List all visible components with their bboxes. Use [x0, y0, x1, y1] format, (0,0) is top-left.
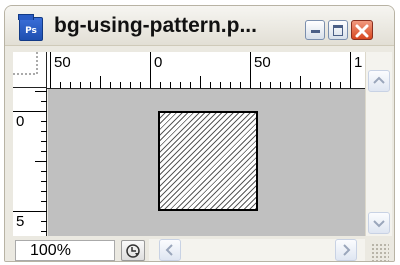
status-bar: 100% [5, 237, 394, 261]
ruler-origin-corner[interactable] [13, 52, 47, 88]
photoshop-doc-icon[interactable]: Ps [18, 14, 43, 41]
h-ruler-label: 50 [54, 54, 71, 71]
close-button[interactable] [351, 20, 373, 40]
horizontal-ruler[interactable]: 50 0 50 1 [47, 52, 365, 89]
scroll-up-button[interactable] [368, 70, 390, 92]
maximize-button[interactable] [328, 20, 348, 40]
h-ruler-label: 50 [254, 54, 271, 71]
chevron-right-icon [343, 244, 351, 256]
close-icon [355, 24, 369, 38]
h-ruler-label: 1 [354, 54, 362, 71]
resize-grip-icon[interactable] [371, 243, 389, 261]
status-arrow-icon [126, 244, 140, 258]
vertical-ruler-ticks: 0 5 [13, 91, 47, 232]
window-title: bg-using-pattern.p... [54, 14, 257, 37]
v-ruler-label: 5 [16, 213, 24, 230]
app-icon-text: Ps [25, 26, 37, 36]
vertical-ruler[interactable]: 0 5 [13, 88, 47, 236]
title-bar[interactable]: Ps bg-using-pattern.p... [5, 6, 394, 46]
document-image[interactable] [158, 111, 258, 211]
minimize-button[interactable] [305, 20, 325, 40]
zoom-level-field[interactable]: 100% [15, 240, 115, 261]
status-menu-button[interactable] [121, 240, 145, 261]
vertical-scrollbar[interactable] [365, 52, 392, 236]
scroll-right-button[interactable] [335, 239, 357, 261]
chevron-down-icon [373, 220, 385, 228]
chevron-up-icon [373, 76, 385, 84]
ruler-origin-icon [13, 52, 38, 75]
horizontal-scrollbar[interactable] [149, 239, 365, 261]
v-ruler-label: 0 [16, 113, 24, 130]
chevron-left-icon [165, 244, 173, 256]
canvas-area[interactable] [48, 89, 365, 236]
horizontal-ruler-ticks: 50 0 50 1 [50, 52, 362, 88]
icon-flap [18, 14, 34, 20]
scroll-down-button[interactable] [368, 212, 390, 234]
h-ruler-label: 0 [154, 54, 162, 71]
scroll-left-button[interactable] [159, 239, 181, 261]
document-window: Ps bg-using-pattern.p... 50 0 50 1 0 5 1… [4, 5, 395, 262]
